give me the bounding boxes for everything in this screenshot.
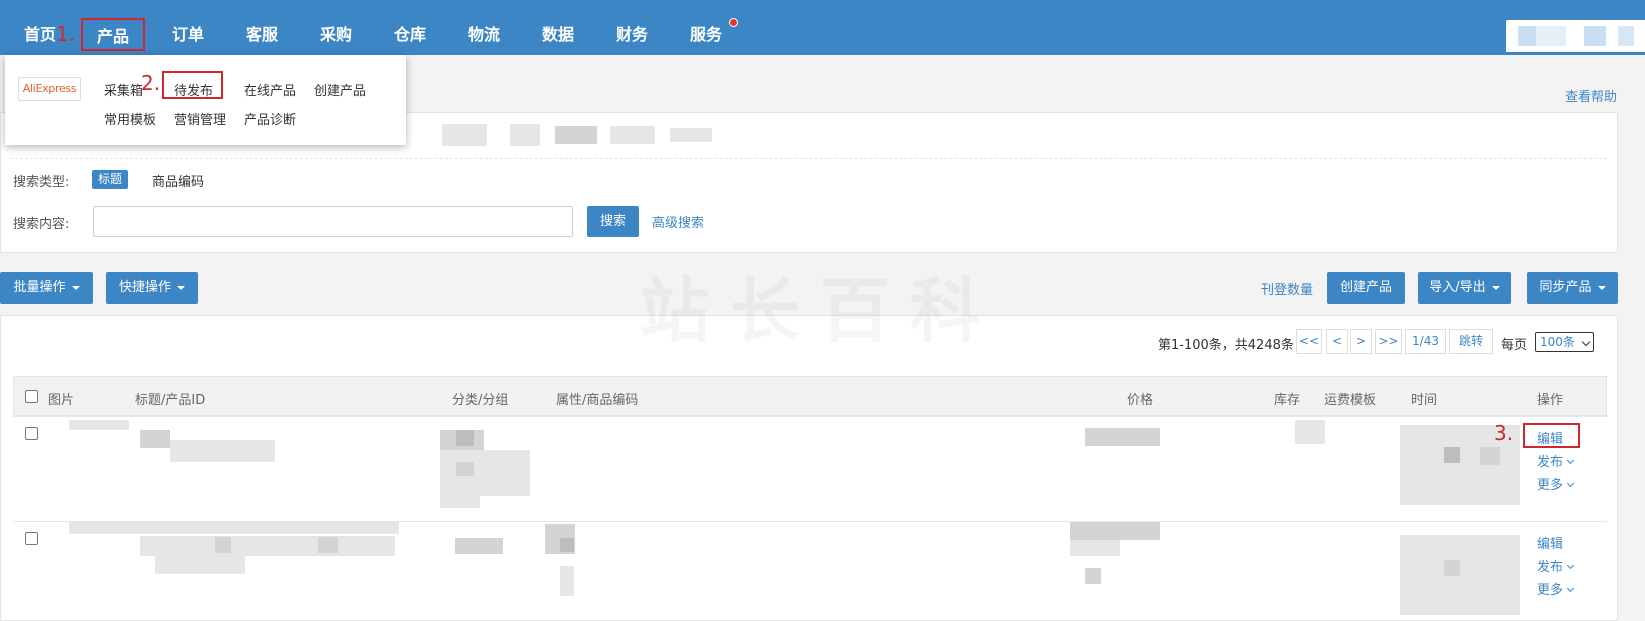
- step-marker-2: 2.: [141, 71, 161, 95]
- row-more-link[interactable]: 更多: [1537, 579, 1575, 598]
- menu-common-templates[interactable]: 常用模板: [104, 109, 156, 128]
- listing-count-link[interactable]: 刊登数量: [1261, 279, 1313, 298]
- search-button[interactable]: 搜索: [587, 206, 639, 237]
- pager-last[interactable]: >>: [1375, 329, 1402, 354]
- publish-label: 发布: [1537, 455, 1564, 470]
- pager-current: 1/43: [1405, 329, 1446, 354]
- menu-collection-box[interactable]: 采集箱: [104, 80, 143, 99]
- nav-warehouse[interactable]: 仓库: [394, 0, 426, 55]
- caret-down-icon: [1491, 285, 1500, 290]
- quick-ops-label: 快捷操作: [118, 280, 171, 295]
- advanced-search-link[interactable]: 高级搜索: [652, 212, 704, 231]
- products-dropdown-menu: AliExpress 采集箱 待发布 在线产品 创建产品 常用模板 营销管理 产…: [5, 55, 406, 145]
- col-shipping-template: 运费模板: [1324, 393, 1377, 408]
- nav-customer-service[interactable]: 客服: [246, 0, 278, 55]
- nav-purchasing[interactable]: 采购: [320, 0, 352, 55]
- chevron-down-icon: [1581, 337, 1591, 347]
- per-page-select[interactable]: 100条: [1535, 332, 1594, 352]
- chevron-down-icon: [1566, 456, 1575, 465]
- quick-ops-button[interactable]: 快捷操作: [106, 272, 198, 304]
- import-export-button[interactable]: 导入/导出: [1418, 272, 1511, 304]
- step-marker-1: 1.: [56, 22, 76, 46]
- caret-down-icon: [71, 285, 80, 290]
- menu-product-diagnosis[interactable]: 产品诊断: [244, 109, 296, 128]
- row-checkbox[interactable]: [25, 532, 38, 545]
- row-publish-link[interactable]: 发布: [1537, 451, 1575, 470]
- row-checkbox[interactable]: [25, 427, 38, 440]
- notification-dot: [729, 18, 738, 27]
- nav-home[interactable]: 首页: [24, 0, 56, 55]
- create-product-button[interactable]: 创建产品: [1327, 272, 1405, 304]
- row-more-link[interactable]: 更多: [1537, 474, 1575, 493]
- col-category: 分类/分组: [452, 393, 509, 408]
- search-input[interactable]: [93, 206, 573, 237]
- publish-label: 发布: [1537, 560, 1564, 575]
- pager-jump[interactable]: 跳转: [1449, 329, 1493, 354]
- search-type-sku[interactable]: 商品编码: [152, 171, 204, 190]
- top-nav-bar: 首页 产品 订单 客服 采购 仓库 物流 数据 财务 服务 1.: [0, 0, 1645, 55]
- bulk-ops-button[interactable]: 批量操作: [0, 272, 93, 304]
- more-label: 更多: [1537, 478, 1564, 493]
- bulk-ops-label: 批量操作: [13, 280, 66, 295]
- step-marker-3: 3.: [1494, 421, 1514, 445]
- nav-products[interactable]: 产品: [81, 18, 146, 51]
- col-time: 时间: [1411, 393, 1438, 408]
- menu-marketing[interactable]: 营销管理: [174, 109, 226, 128]
- search-type-label: 搜索类型:: [13, 175, 70, 190]
- chevron-down-icon: [1566, 479, 1575, 488]
- search-type-title[interactable]: 标题: [92, 170, 129, 189]
- table-row: [13, 416, 1607, 417]
- menu-create-product[interactable]: 创建产品: [314, 80, 366, 99]
- nav-logistics[interactable]: 物流: [468, 0, 500, 55]
- col-attributes: 属性/商品编码: [556, 393, 639, 408]
- aliexpress-logo[interactable]: AliExpress: [18, 77, 81, 101]
- nav-orders[interactable]: 订单: [172, 0, 204, 55]
- chevron-down-icon: [1566, 561, 1575, 570]
- col-title: 标题/产品ID: [135, 393, 206, 408]
- search-content-label: 搜索内容:: [13, 217, 70, 232]
- pager-info: 第1-100条，共4248条: [1158, 338, 1294, 353]
- filter-divider: [10, 158, 1607, 159]
- col-actions: 操作: [1537, 393, 1564, 408]
- menu-online-products[interactable]: 在线产品: [244, 80, 296, 99]
- caret-down-icon: [177, 285, 185, 290]
- pager-prev[interactable]: <: [1326, 329, 1348, 354]
- nav-finance[interactable]: 财务: [616, 0, 648, 55]
- per-page-value: 100条: [1540, 335, 1575, 349]
- chevron-down-icon: [1566, 584, 1575, 593]
- row-edit-link[interactable]: 编辑: [1537, 428, 1563, 447]
- per-page-label: 每页: [1501, 338, 1528, 353]
- row-edit-link[interactable]: 编辑: [1537, 533, 1563, 552]
- caret-down-icon: [1597, 285, 1606, 290]
- pending-publish-highlight-box: [162, 71, 223, 99]
- col-price: 价格: [1127, 393, 1154, 408]
- nav-services[interactable]: 服务: [690, 0, 722, 55]
- pager-next[interactable]: >: [1350, 329, 1372, 354]
- sync-products-button[interactable]: 同步产品: [1527, 272, 1618, 304]
- watermark: 站长百科: [640, 255, 1000, 356]
- sync-products-label: 同步产品: [1539, 280, 1592, 295]
- col-stock: 库存: [1274, 393, 1301, 408]
- help-link[interactable]: 查看帮助: [1565, 86, 1617, 105]
- row-publish-link[interactable]: 发布: [1537, 556, 1575, 575]
- import-export-label: 导入/导出: [1429, 280, 1486, 295]
- col-image: 图片: [48, 393, 75, 408]
- product-list-panel: [0, 315, 1618, 621]
- pager-first[interactable]: <<: [1296, 329, 1322, 354]
- nav-data[interactable]: 数据: [542, 0, 574, 55]
- user-account-box[interactable]: [1506, 20, 1645, 52]
- select-all-checkbox[interactable]: [25, 390, 38, 403]
- more-label: 更多: [1537, 583, 1564, 598]
